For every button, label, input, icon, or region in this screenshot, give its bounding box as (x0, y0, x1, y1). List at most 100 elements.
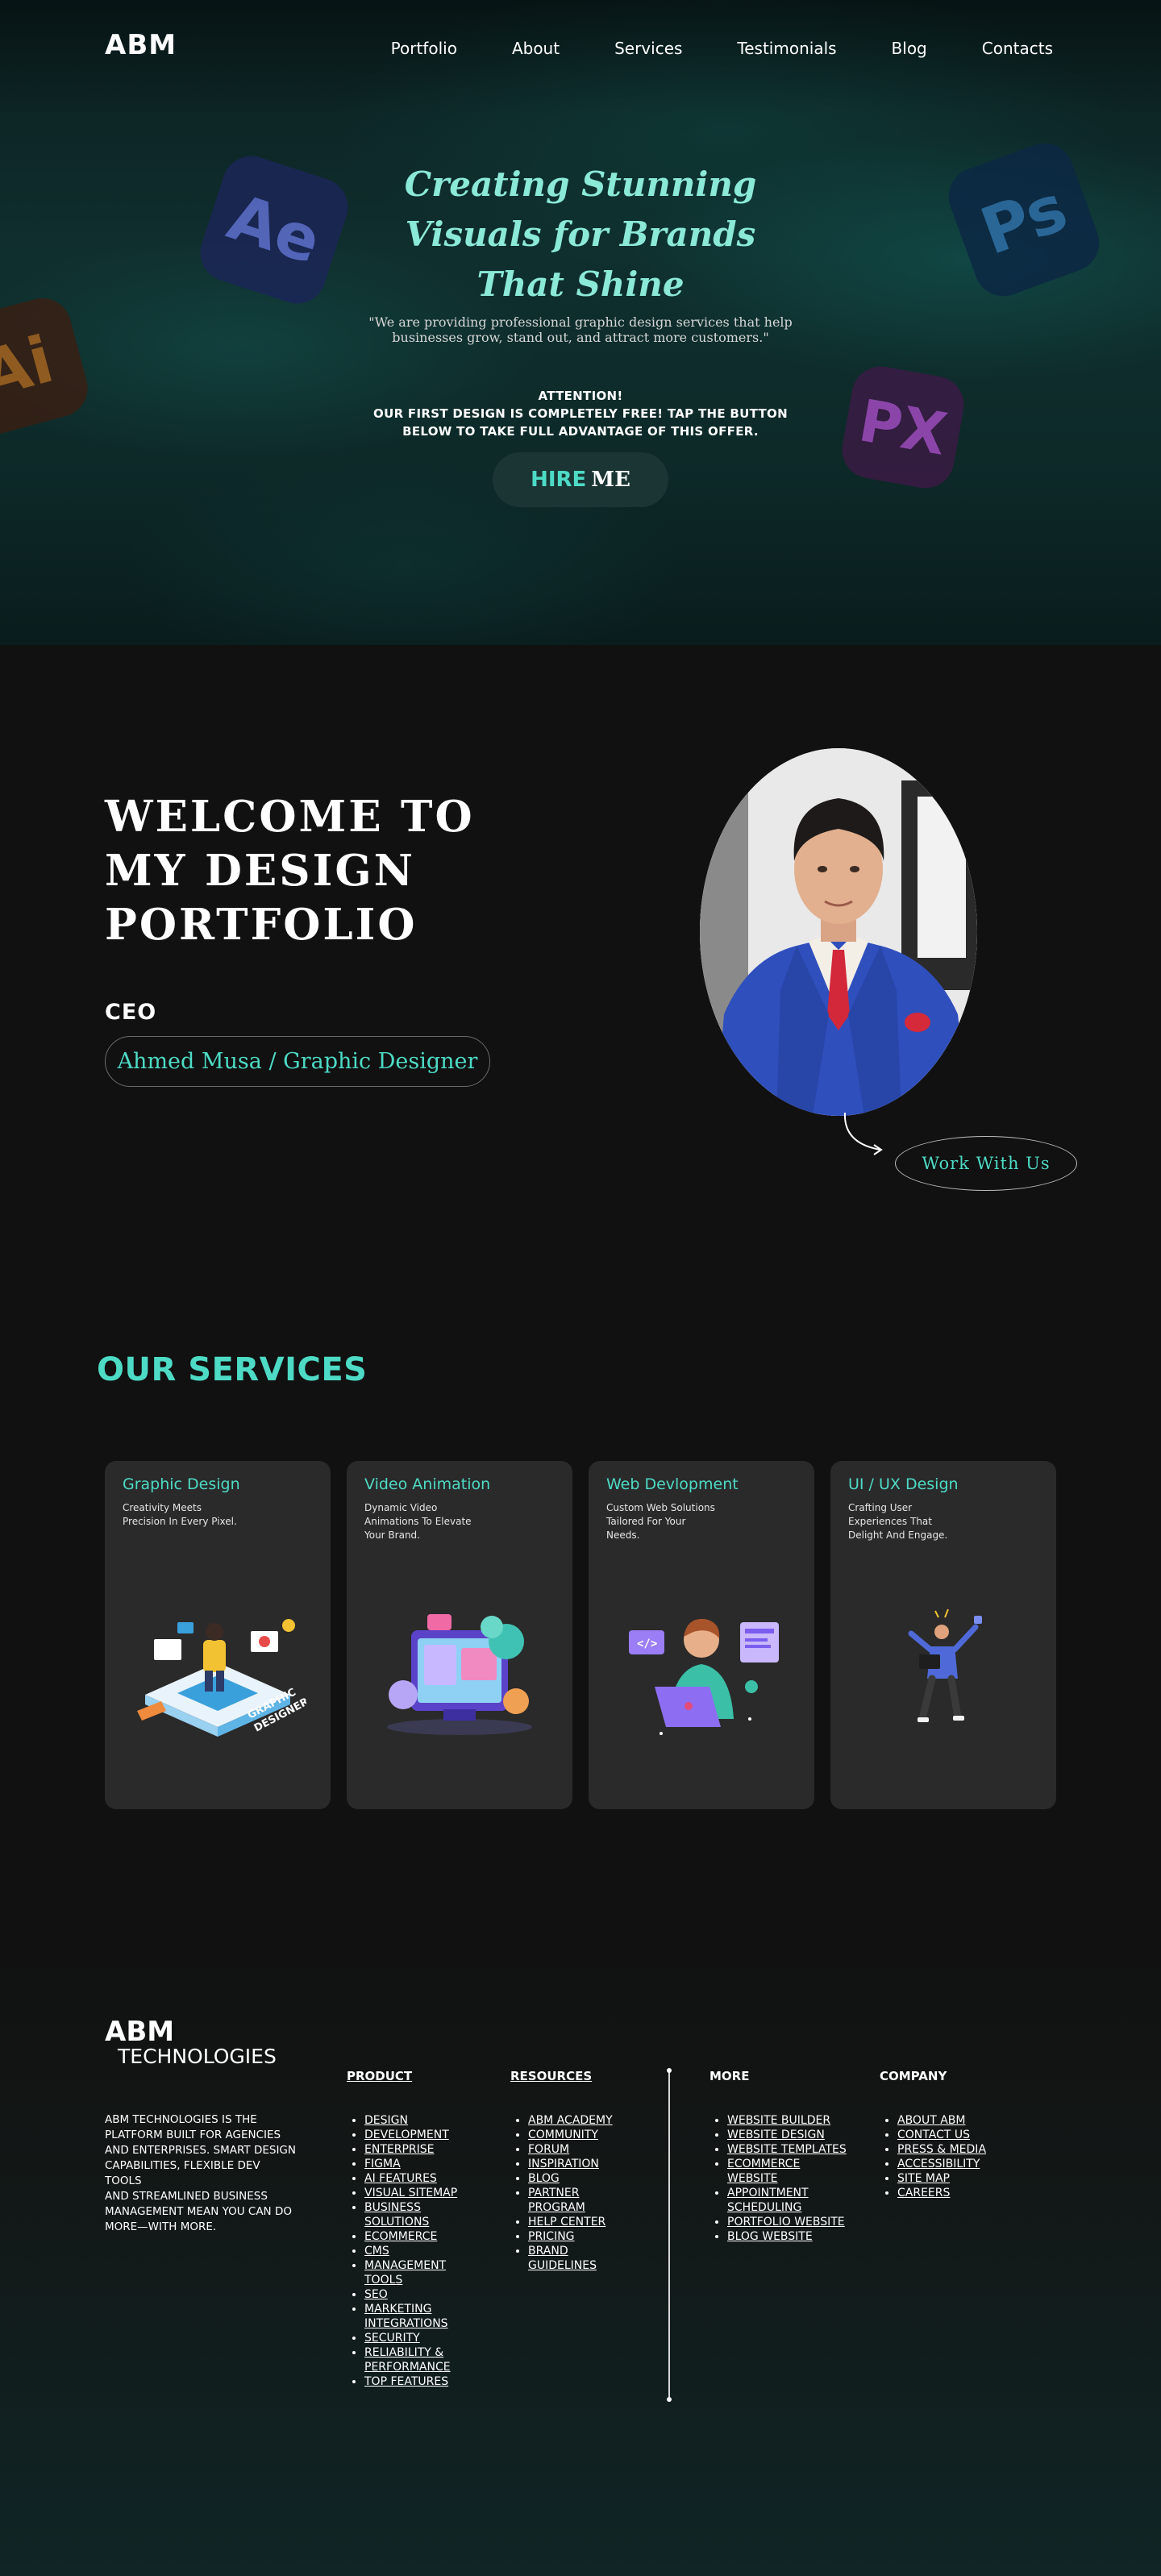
footer-list-item: FIGMA (364, 2157, 457, 2171)
footer-link[interactable]: MANAGEMENT TOOLS (364, 2259, 446, 2287)
footer-link-text: PERFORMANCE (364, 2361, 451, 2374)
footer-link-text: SCHEDULING (727, 2201, 802, 2214)
footer-logo[interactable]: ABM (105, 2016, 174, 2048)
service-card-ui-ux-design[interactable]: UI / UX Design Crafting User Experiences… (830, 1461, 1056, 1809)
footer-link[interactable]: WEBSITE TEMPLATES (727, 2143, 847, 2156)
footer-link-text: CONTACT US (897, 2129, 970, 2141)
work-with-us-button[interactable]: Work With Us (895, 1136, 1077, 1191)
footer-link-text: RELIABILITY & (364, 2346, 444, 2359)
footer-link-text: CAREERS (897, 2187, 951, 2199)
footer-link[interactable]: WEBSITE BUILDER (727, 2114, 830, 2127)
service-card-title: Graphic Design (123, 1475, 240, 1493)
footer-about-line: and streamlined business (105, 2190, 268, 2203)
footer-link[interactable]: ECOMMERCE (364, 2230, 437, 2243)
footer-list-item: DESIGN (364, 2113, 457, 2128)
footer-list-item: WEBSITE DESIGN (727, 2128, 847, 2142)
footer-link-text: BRAND (528, 2245, 568, 2258)
footer-company-heading: COMPANY (880, 2069, 947, 2083)
footer-link[interactable]: COMMUNITY (528, 2129, 598, 2141)
footer-link-text: APPOINTMENT (727, 2187, 809, 2199)
footer-link[interactable]: BLOG (528, 2172, 560, 2185)
role-label: CEO (105, 1000, 157, 1025)
nav-link-about[interactable]: About (512, 39, 560, 58)
ui-ux-designer-illustration (908, 1608, 982, 1723)
footer-link-text: VISUAL SITEMAP (364, 2187, 458, 2199)
footer-link[interactable]: FIGMA (364, 2158, 401, 2170)
footer-list-item: SEO (364, 2287, 457, 2302)
footer-link[interactable]: DEVELOPMENT (364, 2129, 449, 2141)
hero-subtitle-line: "We are providing professional graphic d… (368, 314, 793, 330)
footer-link[interactable]: DESIGN (364, 2114, 408, 2127)
footer-link[interactable]: SITE MAP (897, 2172, 950, 2185)
footer-link[interactable]: WEBSITE DESIGN (727, 2129, 825, 2141)
footer-link-text: ENTERPRISE (364, 2143, 435, 2156)
footer-link[interactable]: ACCESSIBILITY (897, 2158, 980, 2170)
footer-link-text: CMS (364, 2245, 389, 2258)
footer-list-item: COMMUNITY (528, 2128, 613, 2142)
nav-link-services[interactable]: Services (614, 39, 682, 58)
footer-link[interactable]: SEO (364, 2288, 388, 2301)
service-card-description-line: Custom Web Solutions (606, 1502, 715, 1513)
footer-link[interactable]: VISUAL SITEMAP (364, 2187, 457, 2199)
offer-notice-line: BELOW TO TAKE FULL ADVANTAGE OF THIS OFF… (402, 424, 759, 439)
services-title: OUR SERVICES (97, 1351, 368, 1388)
footer-link[interactable]: PARTNER PROGRAM (528, 2187, 585, 2214)
footer-list-item: TOP FEATURES (364, 2374, 457, 2389)
site-logo[interactable]: ABM (105, 29, 177, 61)
footer-link[interactable]: BLOG WEBSITE (727, 2230, 813, 2243)
footer-link-text: COMMUNITY (528, 2129, 598, 2141)
footer-list-item: WEBSITE TEMPLATES (727, 2142, 847, 2157)
footer-link[interactable]: PRESS & MEDIA (897, 2143, 986, 2156)
footer-link[interactable]: FORUM (528, 2143, 569, 2156)
footer-link[interactable]: ABOUT ABM (897, 2114, 965, 2127)
footer-link[interactable]: INSPIRATION (528, 2158, 599, 2170)
service-card-description-line: Precision In Every Pixel. (123, 1516, 237, 1527)
nav-link-contacts[interactable]: Contacts (982, 39, 1053, 58)
footer-list-item: INSPIRATION (528, 2157, 613, 2171)
footer-list-item: PRESS & MEDIA (897, 2142, 986, 2157)
nav-link-testimonials[interactable]: Testimonials (737, 39, 836, 58)
footer-link[interactable]: APPOINTMENT SCHEDULING (727, 2187, 809, 2214)
footer-link[interactable]: RELIABILITY & PERFORMANCE (364, 2346, 451, 2374)
nav-link-blog[interactable]: Blog (892, 39, 927, 58)
footer-link[interactable]: PORTFOLIO WEBSITE (727, 2216, 845, 2229)
nav-link-portfolio[interactable]: Portfolio (391, 39, 457, 58)
offer-notice: ATTENTION! OUR FIRST DESIGN IS COMPLETEL… (355, 387, 806, 440)
footer-link-text: TOP FEATURES (364, 2375, 449, 2388)
service-card-video-animation[interactable]: Video Animation Dynamic Video Animations… (347, 1461, 572, 1809)
footer-link-text: MARKETING (364, 2303, 432, 2316)
footer-link[interactable]: CAREERS (897, 2187, 950, 2199)
footer-link[interactable]: PRICING (528, 2230, 575, 2243)
footer-list-item: RELIABILITY & PERFORMANCE (364, 2345, 457, 2374)
footer-more-list: WEBSITE BUILDER WEBSITE DESIGN WEBSITE TEM… (710, 2113, 847, 2244)
footer-link[interactable]: HELP CENTER (528, 2216, 605, 2229)
footer-link-text: DESIGN (364, 2114, 408, 2127)
footer-link[interactable]: ENTERPRISE (364, 2143, 434, 2156)
footer-list-item: FORUM (528, 2142, 613, 2157)
hire-me-button[interactable]: HIRE ME (493, 452, 668, 507)
footer-link[interactable]: ECOMMERCE WEBSITE (727, 2158, 800, 2185)
service-card-description-line: Tailored For Your (606, 1516, 686, 1527)
footer-link[interactable]: ABM ACADEMY (528, 2114, 613, 2127)
portrait-illustration (700, 748, 977, 1116)
service-card-description: Dynamic Video Animations To Elevate Your… (364, 1501, 485, 1542)
footer-list-item: ENTERPRISE (364, 2142, 457, 2157)
footer-link[interactable]: BRAND GUIDELINES (528, 2245, 597, 2272)
footer-link-text: ABM ACADEMY (528, 2114, 613, 2127)
footer-list-item: BLOG WEBSITE (727, 2229, 847, 2244)
footer-link[interactable]: TOP FEATURES (364, 2375, 448, 2388)
footer-link[interactable]: BUSINESS SOLUTIONS (364, 2201, 429, 2229)
footer-link[interactable]: CMS (364, 2245, 389, 2258)
footer-link[interactable]: CONTACT US (897, 2129, 970, 2141)
footer-link-text: GUIDELINES (528, 2259, 597, 2272)
service-card-description-line: Animations To Elevate (364, 1516, 472, 1527)
footer-link[interactable]: SECURITY (364, 2332, 420, 2345)
service-card-title: Web Devlopment (606, 1475, 739, 1493)
service-card-graphic-design[interactable]: Graphic Design Creativity Meets Precisio… (105, 1461, 331, 1809)
hero-title-line: Creating Stunning (404, 164, 757, 204)
footer-link[interactable]: AI FEATURES (364, 2172, 437, 2185)
service-card-web-development[interactable]: Web Devlopment Custom Web Solutions Tail… (589, 1461, 814, 1809)
service-card-description-line: Experiences That (848, 1516, 932, 1527)
footer-link-text: PROGRAM (528, 2201, 585, 2214)
footer-link[interactable]: MARKETING INTEGRATIONS (364, 2303, 448, 2330)
